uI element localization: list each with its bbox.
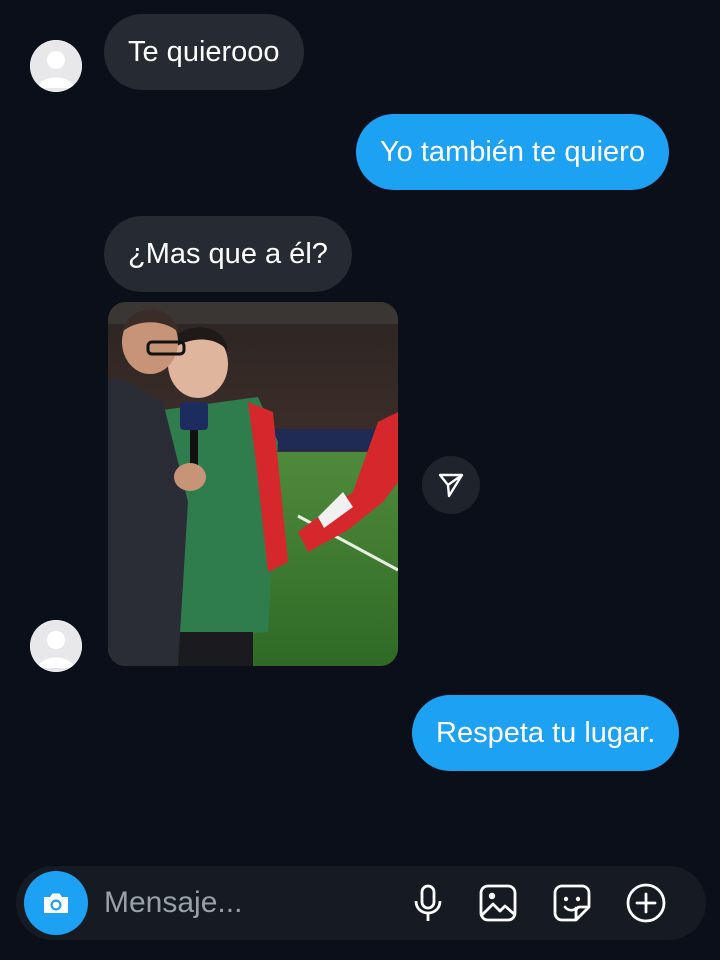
message-text: Te quierooo [128, 35, 280, 68]
sticker-icon [553, 884, 591, 922]
message-bubble-outgoing[interactable]: Yo también te quiero [356, 114, 669, 190]
shared-video-message[interactable] [108, 302, 398, 666]
camera-icon [44, 893, 68, 913]
default-avatar-icon [30, 620, 82, 672]
default-avatar-icon [30, 40, 82, 92]
contact-avatar[interactable] [30, 620, 82, 672]
sticker-button[interactable] [550, 881, 594, 925]
message-bubble-incoming[interactable]: Te quierooo [104, 14, 304, 90]
camera-button[interactable] [24, 871, 88, 935]
voice-message-button[interactable] [406, 881, 450, 925]
message-text: Yo también te quiero [380, 135, 645, 168]
message-input[interactable] [104, 882, 394, 924]
video-thumbnail [108, 302, 398, 666]
share-button[interactable] [422, 456, 480, 514]
message-bubble-incoming[interactable]: ¿Mas que a él? [104, 216, 352, 292]
message-text: ¿Mas que a él? [128, 237, 328, 270]
message-bubble-outgoing[interactable]: Respeta tu lugar. [412, 695, 680, 771]
gallery-icon [479, 884, 517, 922]
message-text: Respeta tu lugar. [436, 716, 656, 749]
more-options-button[interactable] [624, 881, 668, 925]
plus-icon [626, 883, 666, 923]
microphone-icon [414, 884, 442, 921]
contact-avatar[interactable] [30, 40, 82, 92]
send-arrow-icon [438, 473, 464, 498]
gallery-button[interactable] [476, 881, 520, 925]
